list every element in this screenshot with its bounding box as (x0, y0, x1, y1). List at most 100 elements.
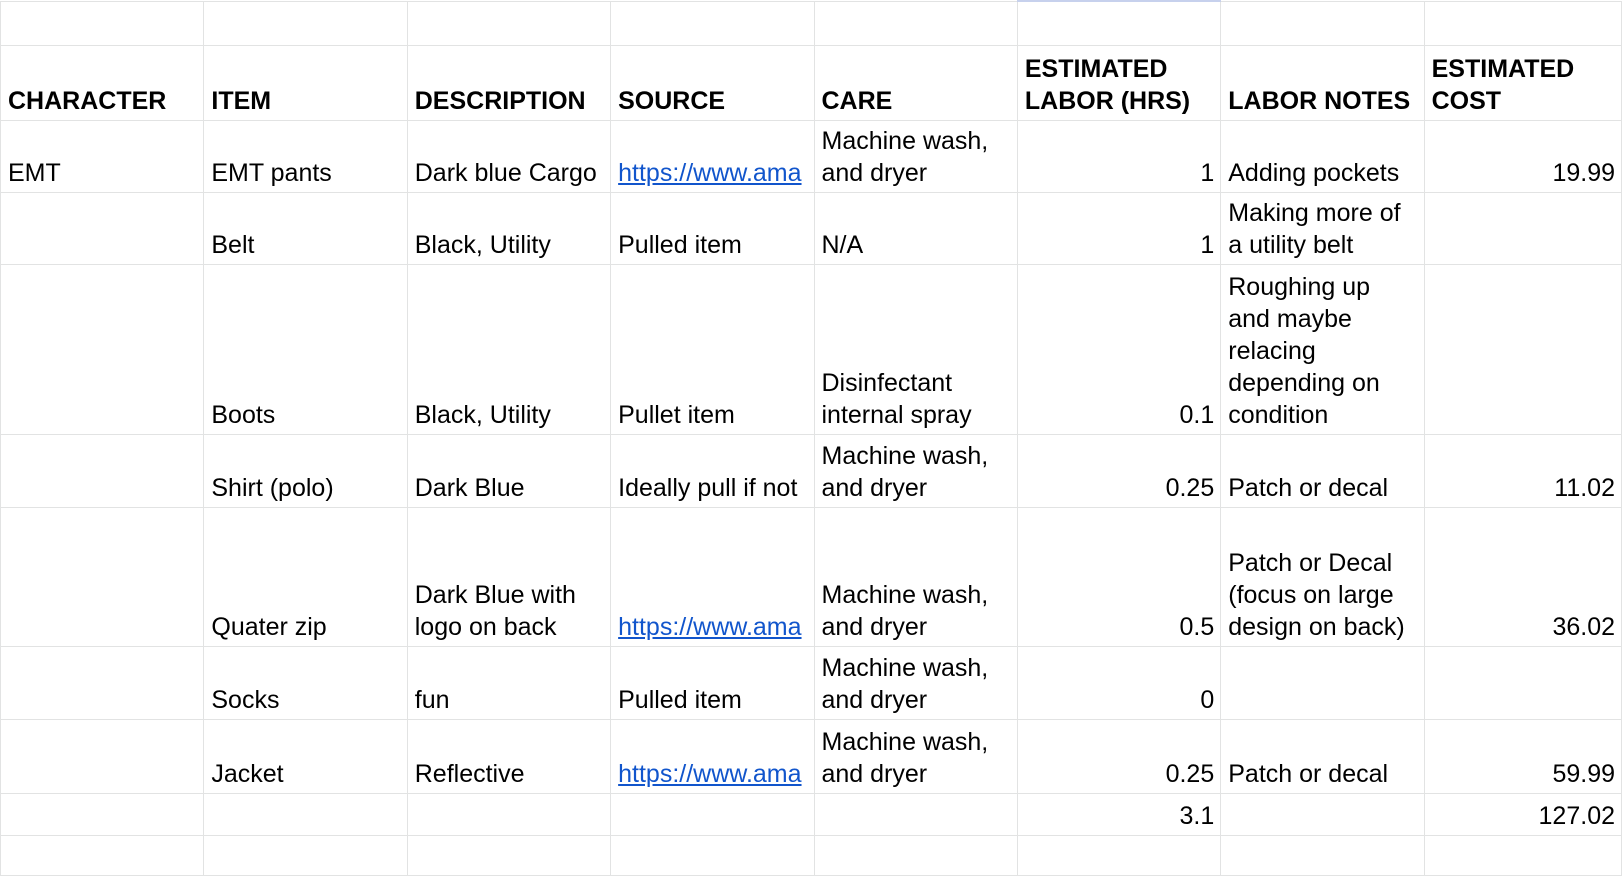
cell-character[interactable] (0, 718, 205, 794)
header-row: CHARACTER ITEM DESCRIPTION SOURCE CARE E… (0, 44, 1622, 121)
cell-labor-hrs[interactable]: 0.5 (1016, 506, 1222, 647)
cell[interactable] (610, 834, 815, 876)
header-character[interactable]: CHARACTER (0, 44, 205, 121)
cell-care[interactable]: Machine wash, and dryer (813, 433, 1018, 508)
cell-item[interactable]: Socks (203, 645, 408, 720)
cell[interactable] (203, 792, 408, 836)
cell[interactable] (406, 834, 612, 876)
cell[interactable] (813, 0, 1018, 46)
cell-item[interactable]: Shirt (polo) (203, 433, 408, 508)
cell-source[interactable]: https://www.ama (610, 506, 815, 647)
cell-item[interactable]: Jacket (203, 718, 408, 794)
header-labor-hrs[interactable]: ESTIMATED LABOR (HRS) (1016, 44, 1222, 121)
cell-labor-hrs[interactable]: 1 (1016, 119, 1222, 193)
cell-item[interactable]: Belt (203, 191, 408, 265)
table-row: Boots Black, Utility Pullet item Disinfe… (0, 263, 1622, 435)
cell[interactable] (1016, 834, 1222, 876)
cell-item[interactable]: EMT pants (203, 119, 408, 193)
cell[interactable] (406, 792, 612, 836)
cell[interactable] (1016, 0, 1222, 46)
cell-labor-hrs[interactable]: 0.1 (1016, 263, 1222, 435)
cell[interactable] (1423, 834, 1622, 876)
cell-cost[interactable] (1423, 263, 1622, 435)
cell[interactable] (0, 834, 205, 876)
table-row: Socks fun Pulled item Machine wash, and … (0, 645, 1622, 720)
cell[interactable] (203, 834, 408, 876)
total-labor-hrs[interactable]: 3.1 (1016, 792, 1222, 836)
cell-labor-notes[interactable]: Patch or decal (1220, 433, 1425, 508)
cell-character[interactable] (0, 506, 205, 647)
cell-source[interactable]: Pulled item (610, 191, 815, 265)
source-link[interactable]: https://www.ama (618, 159, 801, 187)
cell-source[interactable]: Ideally pull if not (610, 433, 815, 508)
cell-source[interactable]: Pulled item (610, 645, 815, 720)
cell-labor-notes[interactable]: Roughing up and maybe relacing depending… (1220, 263, 1425, 435)
cell-cost[interactable] (1423, 191, 1622, 265)
cell-source[interactable]: https://www.ama (610, 718, 815, 794)
cell-cost[interactable]: 36.02 (1423, 506, 1622, 647)
cell-description[interactable]: fun (406, 645, 612, 720)
cell-labor-hrs[interactable]: 1 (1016, 191, 1222, 265)
cell-labor-hrs[interactable]: 0.25 (1016, 433, 1222, 508)
header-cost[interactable]: ESTIMATED COST (1423, 44, 1622, 121)
cell-character[interactable] (0, 191, 205, 265)
cell-character[interactable]: EMT (0, 119, 205, 193)
cell-description[interactable]: Reflective (406, 718, 612, 794)
cell[interactable] (1220, 0, 1425, 46)
cell-labor-hrs[interactable]: 0 (1016, 645, 1222, 720)
header-description[interactable]: DESCRIPTION (406, 44, 612, 121)
cell-source[interactable]: https://www.ama (610, 119, 815, 193)
cell-character[interactable] (0, 645, 205, 720)
table-row: Jacket Reflective https://www.ama Machin… (0, 718, 1622, 794)
cell[interactable] (0, 792, 205, 836)
cell-cost[interactable]: 19.99 (1423, 119, 1622, 193)
cell-labor-notes[interactable]: Adding pockets (1220, 119, 1425, 193)
cell-labor-notes[interactable]: Making more of a utility belt (1220, 191, 1425, 265)
cell-care[interactable]: Disinfectant internal spray (813, 263, 1018, 435)
cell-care[interactable]: N/A (813, 191, 1018, 265)
table-row: Shirt (polo) Dark Blue Ideally pull if n… (0, 433, 1622, 508)
header-item[interactable]: ITEM (203, 44, 408, 121)
cell-care[interactable]: Machine wash, and dryer (813, 718, 1018, 794)
cell[interactable] (203, 0, 408, 46)
cell-labor-notes[interactable] (1220, 645, 1425, 720)
header-source[interactable]: SOURCE (610, 44, 815, 121)
source-link[interactable]: https://www.ama (618, 760, 801, 788)
cell[interactable] (0, 0, 205, 46)
cell-description[interactable]: Black, Utility (406, 191, 612, 265)
blank-row (0, 0, 1622, 46)
cell-care[interactable]: Machine wash, and dryer (813, 506, 1018, 647)
blank-row (0, 834, 1622, 876)
cell-item[interactable]: Quater zip (203, 506, 408, 647)
spreadsheet-grid: CHARACTER ITEM DESCRIPTION SOURCE CARE E… (0, 0, 1622, 876)
total-cost[interactable]: 127.02 (1423, 792, 1622, 836)
cell-source[interactable]: Pullet item (610, 263, 815, 435)
cell[interactable] (406, 0, 612, 46)
cell-labor-notes[interactable]: Patch or decal (1220, 718, 1425, 794)
cell-description[interactable]: Black, Utility (406, 263, 612, 435)
cell[interactable] (1220, 792, 1425, 836)
cell-character[interactable] (0, 433, 205, 508)
cell[interactable] (813, 792, 1018, 836)
cell[interactable] (1220, 834, 1425, 876)
cell-care[interactable]: Machine wash, and dryer (813, 119, 1018, 193)
cell-description[interactable]: Dark Blue with logo on back (406, 506, 612, 647)
cell-labor-hrs[interactable]: 0.25 (1016, 718, 1222, 794)
cell-item[interactable]: Boots (203, 263, 408, 435)
cell-cost[interactable] (1423, 645, 1622, 720)
header-labor-notes[interactable]: LABOR NOTES (1220, 44, 1425, 121)
cell-care[interactable]: Machine wash, and dryer (813, 645, 1018, 720)
source-link[interactable]: https://www.ama (618, 613, 801, 641)
table-row: EMT EMT pants Dark blue Cargo https://ww… (0, 119, 1622, 193)
cell[interactable] (1423, 0, 1622, 46)
cell-cost[interactable]: 11.02 (1423, 433, 1622, 508)
cell-labor-notes[interactable]: Patch or Decal (focus on large design on… (1220, 506, 1425, 647)
cell-cost[interactable]: 59.99 (1423, 718, 1622, 794)
cell[interactable] (610, 0, 815, 46)
header-care[interactable]: CARE (813, 44, 1018, 121)
cell-character[interactable] (0, 263, 205, 435)
cell[interactable] (610, 792, 815, 836)
cell-description[interactable]: Dark blue Cargo (406, 119, 612, 193)
cell-description[interactable]: Dark Blue (406, 433, 612, 508)
cell[interactable] (813, 834, 1018, 876)
